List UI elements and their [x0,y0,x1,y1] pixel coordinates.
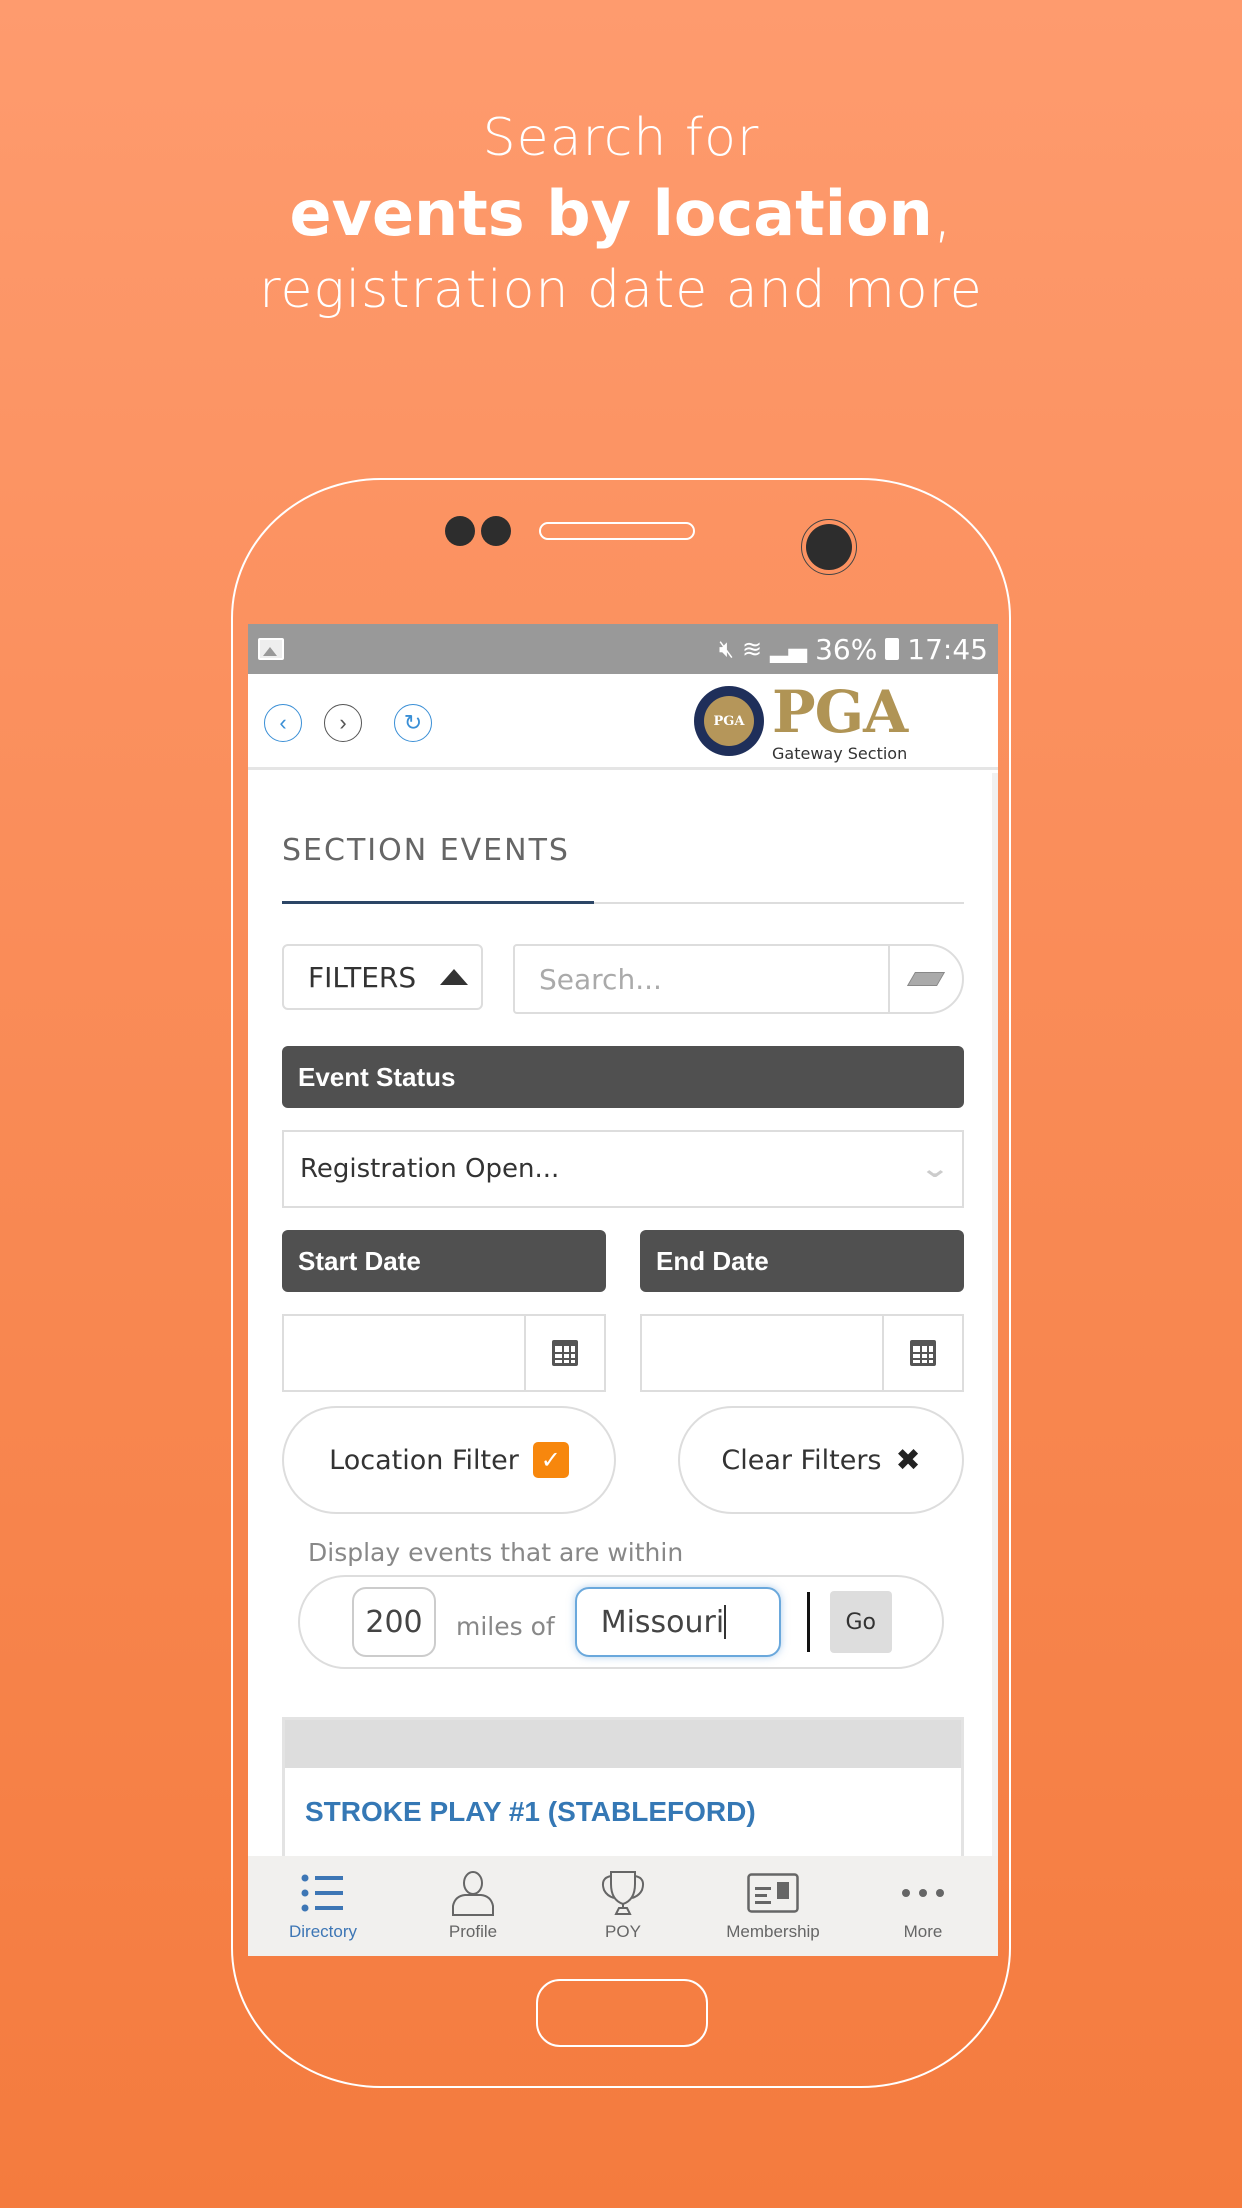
divider [806,1592,810,1652]
tab-label: Profile [448,1922,498,1941]
search-input[interactable] [515,946,888,1012]
bottom-tab-bar: Directory Profile POY Membership More [248,1856,998,1956]
distance-filter: 200 miles of Missouri Go [298,1575,944,1669]
status-bar: 🔇︎ ≋ ▂▄ 36% 17:45 [248,624,998,674]
distance-label: Display events that are within [308,1538,684,1567]
clear-filters-button[interactable]: Clear Filters ✖ [678,1406,964,1514]
tab-poy[interactable]: POY [548,1856,698,1956]
calendar-icon [910,1340,936,1366]
promo-headline: Search for events by location, registrat… [0,100,1242,328]
back-button[interactable]: ‹ [264,704,302,742]
membership-card-icon [747,1870,799,1916]
text-caret [724,1605,727,1639]
refresh-icon: ↻ [403,710,423,735]
headline-line-1: Search for [482,108,760,168]
forward-button[interactable]: › [324,704,362,742]
search-box [513,944,964,1014]
clear-search-button[interactable] [888,946,962,1012]
location-filter-label: Location Filter [329,1444,519,1476]
refresh-button[interactable]: ↻ [394,704,432,742]
wifi-icon: ≋ [742,635,763,663]
tab-more[interactable]: More [848,1856,998,1956]
end-date-group: End Date [640,1230,964,1392]
end-date-field[interactable] [640,1314,964,1392]
start-date-field[interactable] [282,1314,606,1392]
tab-profile[interactable]: Profile [398,1856,548,1956]
filters-label: FILTERS [308,960,417,994]
clock: 17:45 [907,632,988,666]
pga-seal-icon: PGA [694,686,764,756]
pga-wordmark: PGA [772,678,908,746]
eraser-icon [906,972,946,986]
pga-logo: PGA PGA Gateway Section [694,678,934,764]
results-list: STROKE PLAY #1 (STABLEFORD) [282,1717,964,1868]
title-underline [282,901,964,904]
results-header [285,1720,961,1768]
headline-line-3: registration date and more [259,260,983,320]
event-title-link[interactable]: STROKE PLAY #1 (STABLEFORD) [285,1768,961,1868]
home-button[interactable] [536,1979,708,2047]
signal-icon: ▂▄ [770,635,808,663]
phone-screen: 🔇︎ ≋ ▂▄ 36% 17:45 ‹ › ↻ PGA PGA Gateway … [248,624,998,1956]
end-date-input[interactable] [642,1316,882,1390]
miles-of-label: miles of [456,1611,555,1641]
section-subtitle: Gateway Section [772,744,908,763]
event-status-label: Event Status [282,1046,964,1108]
tab-label: Membership [726,1922,820,1941]
speaker-grille [539,522,695,540]
person-icon [451,1870,495,1916]
chevron-down-icon: ⌄ [919,1154,951,1184]
location-value: Missouri [600,1604,725,1640]
trophy-icon [598,1870,648,1916]
tab-directory[interactable]: Directory [248,1856,398,1956]
start-date-label: Start Date [282,1230,606,1292]
clear-filters-label: Clear Filters [721,1444,882,1476]
app-header: ‹ › ↻ PGA PGA Gateway Section [248,674,998,770]
sensor-dot-icon [481,516,511,546]
tab-label: POY [605,1922,641,1941]
date-filters: Start Date End Date [282,1230,964,1392]
filters-toggle-button[interactable]: FILTERS [282,944,483,1010]
tab-membership[interactable]: Membership [698,1856,848,1956]
front-camera-icon [801,519,857,575]
caret-up-icon [440,969,469,985]
checkmark-icon: ✓ [540,1446,561,1474]
headline-bold: events by location [289,177,933,250]
tab-label: More [903,1922,943,1941]
end-date-picker-button[interactable] [882,1316,962,1390]
end-date-label: End Date [640,1230,964,1292]
events-content: SECTION EVENTS FILTERS Event Status Regi… [248,773,998,1956]
status-bar-right: 🔇︎ ≋ ▂▄ 36% 17:45 [719,633,988,666]
go-button[interactable]: Go [829,1591,892,1653]
close-icon: ✖ [895,1442,921,1478]
list-icon [301,1870,345,1916]
location-filter-checkbox[interactable]: ✓ [532,1442,569,1478]
chevron-right-icon: › [339,710,347,735]
filter-row: FILTERS [282,944,964,1014]
calendar-icon [552,1340,578,1366]
event-status-select[interactable]: Registration Open... ⌄ [282,1130,964,1208]
filter-actions: Location Filter ✓ Clear Filters ✖ [282,1406,964,1514]
start-date-input[interactable] [284,1316,524,1390]
chevron-left-icon: ‹ [279,710,287,735]
location-filter-toggle[interactable]: Location Filter ✓ [282,1406,616,1514]
more-dots-icon [901,1870,945,1916]
page-title: SECTION EVENTS [282,833,570,868]
start-date-group: Start Date [282,1230,606,1392]
mute-icon: 🔇︎ [718,635,735,663]
image-icon [258,638,284,660]
battery-percent: 36% [815,632,878,666]
tab-label: Directory [288,1922,357,1941]
battery-icon [885,638,900,660]
sensor-dot-icon [445,516,475,546]
headline-line-2: events by location, [0,176,1242,252]
start-date-picker-button[interactable] [524,1316,604,1390]
event-status-value: Registration Open... [300,1154,560,1184]
headline-comma: , [932,177,953,250]
location-input[interactable]: Missouri [574,1587,781,1657]
miles-input[interactable]: 200 [352,1587,436,1657]
